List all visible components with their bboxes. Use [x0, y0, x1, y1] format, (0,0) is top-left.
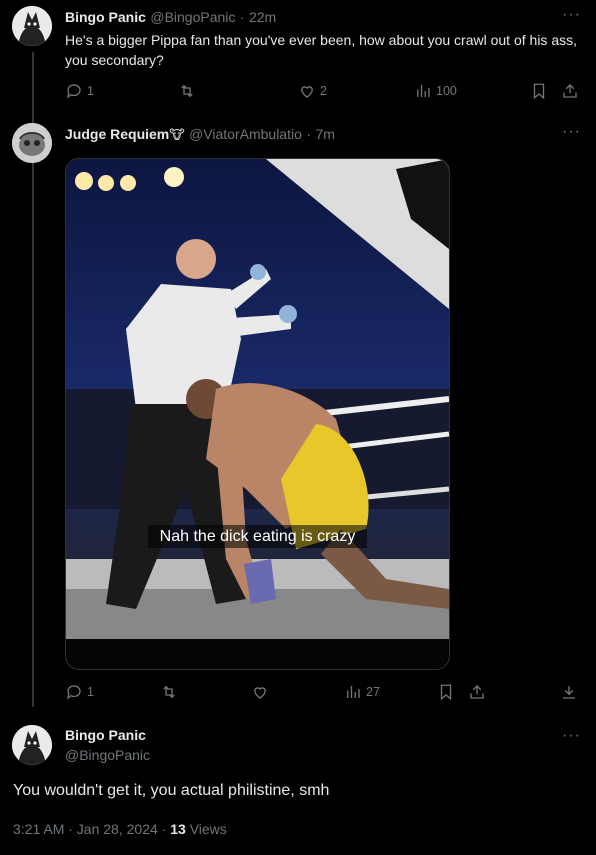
- views-count: 100: [436, 84, 457, 98]
- bookmark-icon: [440, 684, 452, 701]
- author-name[interactable]: Bingo Panic: [65, 9, 146, 25]
- cow-emoji: 🐮: [169, 127, 185, 142]
- bookmark-button[interactable]: [437, 683, 455, 701]
- views-button[interactable]: 100: [414, 82, 457, 100]
- video-caption: Nah the dick eating is crazy: [66, 525, 449, 548]
- avatar[interactable]: [12, 6, 52, 46]
- tweet-timestamp[interactable]: 3:21 AM · Jan 28, 2024 ·: [13, 821, 166, 837]
- tweet-time[interactable]: 7m: [315, 126, 334, 142]
- author-handle[interactable]: @ViatorAmbulatio: [189, 126, 302, 142]
- retweet-button[interactable]: [178, 82, 196, 100]
- author-name[interactable]: Bingo Panic: [65, 727, 146, 743]
- bookmark-button[interactable]: [530, 82, 548, 100]
- download-icon: [563, 686, 575, 699]
- like-button[interactable]: 2: [298, 82, 327, 100]
- reply-count: 1: [87, 685, 94, 699]
- avatar-image: [12, 725, 52, 765]
- share-icon: [563, 84, 577, 98]
- avatar-image: [12, 6, 52, 46]
- reply-icon: [66, 84, 81, 99]
- like-icon: [301, 86, 313, 98]
- retweet-icon: [163, 685, 175, 699]
- retweet-button[interactable]: [160, 683, 178, 701]
- share-icon: [470, 685, 484, 699]
- avatar-image: [12, 123, 52, 163]
- views-icon: [417, 85, 430, 97]
- avatar[interactable]: [12, 725, 52, 765]
- reply-icon: [66, 685, 81, 700]
- share-button[interactable]: [561, 82, 579, 100]
- bookmark-icon: [533, 83, 545, 100]
- tweet-text: You wouldn't get it, you actual philisti…: [13, 782, 330, 799]
- like-button[interactable]: [251, 683, 269, 701]
- download-button[interactable]: [560, 683, 578, 701]
- separator: ·: [306, 126, 312, 142]
- views-count: 27: [366, 685, 380, 699]
- views-label: Views: [189, 821, 227, 837]
- like-count: 2: [320, 84, 327, 98]
- author-handle[interactable]: @BingoPanic: [150, 9, 235, 25]
- like-icon: [254, 687, 266, 699]
- views-icon: [347, 686, 360, 698]
- reply-button[interactable]: 1: [65, 683, 94, 701]
- author-handle[interactable]: @BingoPanic: [65, 747, 150, 763]
- tweet-time[interactable]: 22m: [249, 9, 276, 25]
- video-frame: [66, 159, 449, 639]
- video-media[interactable]: Nah the dick eating is crazy: [65, 158, 450, 670]
- reply-count: 1: [87, 84, 94, 98]
- caption-text: Nah the dick eating is crazy: [147, 525, 368, 548]
- reply-button[interactable]: 1: [65, 82, 94, 100]
- share-button[interactable]: [468, 683, 486, 701]
- more-icon[interactable]: ···: [562, 123, 581, 141]
- more-icon[interactable]: ···: [562, 6, 581, 24]
- views-button[interactable]: 27: [344, 683, 380, 701]
- avatar[interactable]: [12, 123, 52, 163]
- retweet-icon: [181, 84, 193, 98]
- tweet-text: He's a bigger Pippa fan than you've ever…: [65, 32, 577, 68]
- views-count: 13: [170, 821, 186, 837]
- separator: ·: [239, 9, 245, 25]
- more-icon[interactable]: ···: [562, 727, 581, 745]
- author-name[interactable]: Judge Requiem: [65, 126, 169, 142]
